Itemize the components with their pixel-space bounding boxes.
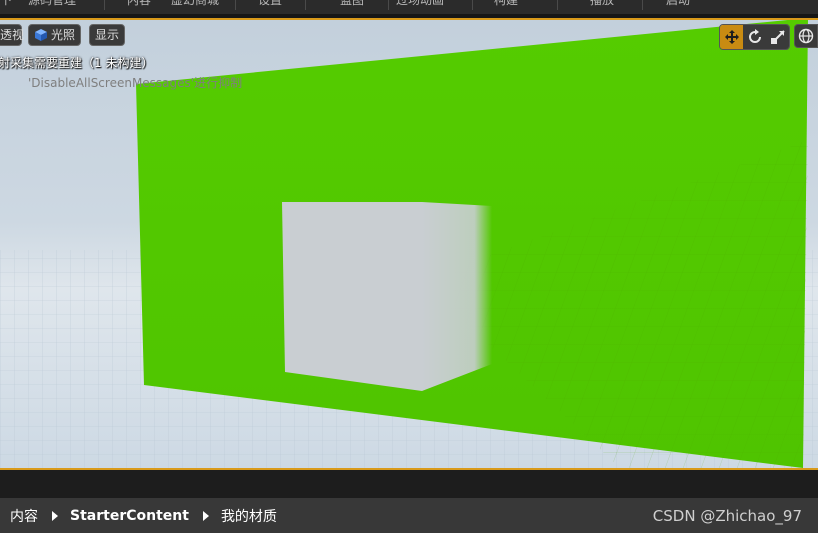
toolbar-divider [388,0,389,10]
show-flags-button[interactable]: 显示 [89,24,126,46]
lighting-mode-button[interactable]: 光照 [28,24,82,46]
csdn-watermark: CSDN @Zhichao_97 [652,507,802,525]
panel-separator [0,470,818,498]
toolbar-item-marketplace[interactable]: 虚幻商城 [171,0,219,9]
toolbar-item-launch[interactable]: 启动 [666,0,690,9]
lighting-label: 光照 [51,28,76,42]
toolbar-item-build[interactable]: 构建 [494,0,518,9]
toolbar-item-settings[interactable]: 设置 [258,0,282,9]
scale-icon[interactable] [766,25,789,49]
cube-front-face[interactable] [282,202,422,391]
show-label: 显示 [95,28,120,42]
breadcrumb-my-materials[interactable]: 我的材质 [221,506,277,526]
toolbar-divider [104,0,105,10]
lit-cube-icon [35,29,47,41]
breadcrumb-content[interactable]: 内容 [10,506,38,526]
view-mode-button[interactable]: 透视 [0,24,25,46]
view-mode-label: 透视 [0,28,25,42]
lighting-rebuild-message: 射采集需要重建（1 未构建） [0,56,154,70]
toolbar-item-play[interactable]: 播放 [590,0,614,9]
toolbar-divider [472,0,473,10]
breadcrumb-arrow-icon[interactable] [202,510,209,521]
toolbar-divider [235,0,236,10]
toolbar-item-0[interactable]: 下 [0,0,12,9]
main-toolbar: 下 源码管理 内容 虚幻商城 设置 蓝图 过场动画 构建 播放 启动 [0,0,818,18]
breadcrumb-starter-content[interactable]: StarterContent [70,508,189,524]
breadcrumb-arrow-icon[interactable] [52,510,58,521]
toolbar-divider [557,0,558,10]
suppress-messages-hint: 'DisableAllScreenMessages'进行抑制 [28,76,243,90]
toolbar-item-blueprints[interactable]: 蓝图 [340,0,364,9]
toolbar-item-content[interactable]: 内容 [127,0,151,9]
transform-tools [719,24,790,50]
move-icon[interactable] [720,25,743,49]
level-viewport[interactable]: 透视 光照 显示 射采集需要重建（1 未构建） 'DisableAllScree… [0,18,818,470]
globe-icon[interactable] [794,24,818,48]
toolbar-divider [305,0,306,10]
toolbar-divider [642,0,643,10]
toolbar-item-source-control[interactable]: 源码管理 [28,0,76,9]
cube-side-face[interactable] [422,202,492,391]
rotate-icon[interactable] [743,25,766,49]
toolbar-item-cinematics[interactable]: 过场动画 [396,0,444,9]
